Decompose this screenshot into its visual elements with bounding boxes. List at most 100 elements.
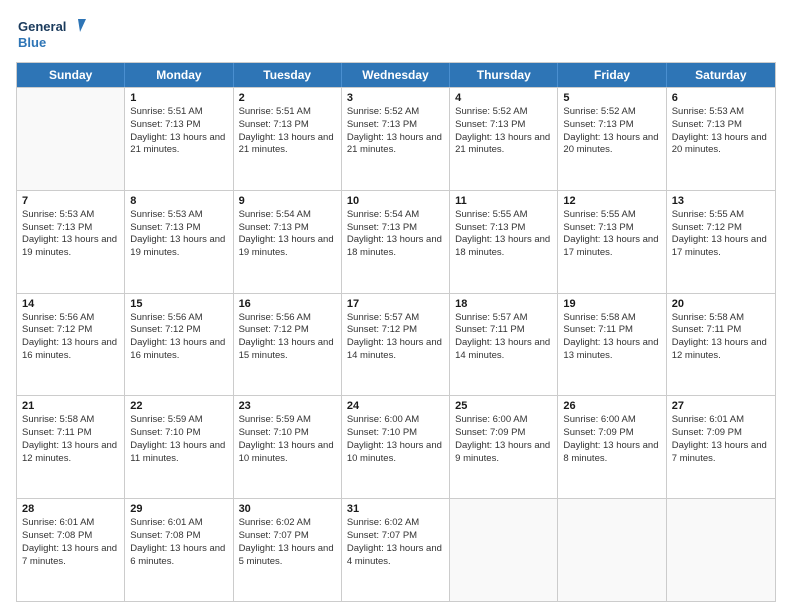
cal-cell: 4 Sunrise: 5:52 AMSunset: 7:13 PMDaylight…	[450, 88, 558, 190]
cal-cell: 31 Sunrise: 6:02 AMSunset: 7:07 PMDayligh…	[342, 499, 450, 601]
page: General Blue SundayMondayTuesdayWednesda…	[0, 0, 792, 612]
header: General Blue	[16, 14, 776, 54]
cell-day-number: 25	[455, 400, 552, 412]
calendar-header: SundayMondayTuesdayWednesdayThursdayFrid…	[17, 63, 775, 87]
cell-info: Sunrise: 6:00 AMSunset: 7:09 PMDaylight:…	[455, 414, 552, 465]
cell-day-number: 26	[563, 400, 660, 412]
cell-info: Sunrise: 6:02 AMSunset: 7:07 PMDaylight:…	[347, 517, 444, 568]
cell-info: Sunrise: 5:52 AMSunset: 7:13 PMDaylight:…	[455, 106, 552, 157]
header-day-tuesday: Tuesday	[234, 63, 342, 87]
cell-info: Sunrise: 5:51 AMSunset: 7:13 PMDaylight:…	[239, 106, 336, 157]
cell-day-number: 12	[563, 195, 660, 207]
cal-cell: 19 Sunrise: 5:58 AMSunset: 7:11 PMDayligh…	[558, 294, 666, 396]
cell-info: Sunrise: 5:58 AMSunset: 7:11 PMDaylight:…	[22, 414, 119, 465]
cell-day-number: 13	[672, 195, 770, 207]
cell-info: Sunrise: 5:56 AMSunset: 7:12 PMDaylight:…	[130, 312, 227, 363]
cal-cell: 23 Sunrise: 5:59 AMSunset: 7:10 PMDayligh…	[234, 396, 342, 498]
cal-cell: 21 Sunrise: 5:58 AMSunset: 7:11 PMDayligh…	[17, 396, 125, 498]
cal-cell: 17 Sunrise: 5:57 AMSunset: 7:12 PMDayligh…	[342, 294, 450, 396]
cell-info: Sunrise: 5:56 AMSunset: 7:12 PMDaylight:…	[22, 312, 119, 363]
cell-day-number: 22	[130, 400, 227, 412]
cal-cell: 10Sunrise: 5:54 AMSunset: 7:13 PMDayligh…	[342, 191, 450, 293]
cell-info: Sunrise: 5:51 AMSunset: 7:13 PMDaylight:…	[130, 106, 227, 157]
cell-info: Sunrise: 5:59 AMSunset: 7:10 PMDaylight:…	[239, 414, 336, 465]
cal-cell: 18Sunrise: 5:57 AMSunset: 7:11 PMDayligh…	[450, 294, 558, 396]
cal-cell: 13 Sunrise: 5:55 AMSunset: 7:12 PMDayligh…	[667, 191, 775, 293]
cell-day-number: 9	[239, 195, 336, 207]
cal-cell: 29 Sunrise: 6:01 AMSunset: 7:08 PMDayligh…	[125, 499, 233, 601]
cal-cell: 15Sunrise: 5:56 AMSunset: 7:12 PMDayligh…	[125, 294, 233, 396]
cell-day-number: 23	[239, 400, 336, 412]
cell-day-number: 21	[22, 400, 119, 412]
cal-cell: 3 Sunrise: 5:52 AMSunset: 7:13 PMDaylight…	[342, 88, 450, 190]
cell-day-number: 14	[22, 298, 119, 310]
cell-info: Sunrise: 6:01 AMSunset: 7:08 PMDaylight:…	[22, 517, 119, 568]
week-row-1: 1 Sunrise: 5:51 AMSunset: 7:13 PMDaylight…	[17, 87, 775, 190]
calendar-body: 1 Sunrise: 5:51 AMSunset: 7:13 PMDaylight…	[17, 87, 775, 601]
header-day-thursday: Thursday	[450, 63, 558, 87]
cell-info: Sunrise: 5:57 AMSunset: 7:12 PMDaylight:…	[347, 312, 444, 363]
cell-info: Sunrise: 6:00 AMSunset: 7:10 PMDaylight:…	[347, 414, 444, 465]
cal-cell: 24 Sunrise: 6:00 AMSunset: 7:10 PMDayligh…	[342, 396, 450, 498]
header-day-wednesday: Wednesday	[342, 63, 450, 87]
cell-day-number: 20	[672, 298, 770, 310]
cell-day-number: 30	[239, 503, 336, 515]
cell-info: Sunrise: 5:55 AMSunset: 7:13 PMDaylight:…	[455, 209, 552, 260]
cell-info: Sunrise: 5:52 AMSunset: 7:13 PMDaylight:…	[563, 106, 660, 157]
header-day-monday: Monday	[125, 63, 233, 87]
cal-cell: 6 Sunrise: 5:53 AMSunset: 7:13 PMDaylight…	[667, 88, 775, 190]
cell-day-number: 5	[563, 92, 660, 104]
cal-cell: 8Sunrise: 5:53 AMSunset: 7:13 PMDaylight…	[125, 191, 233, 293]
cal-cell: 14 Sunrise: 5:56 AMSunset: 7:12 PMDayligh…	[17, 294, 125, 396]
cell-info: Sunrise: 6:01 AMSunset: 7:08 PMDaylight:…	[130, 517, 227, 568]
cell-day-number: 16	[239, 298, 336, 310]
cell-info: Sunrise: 5:55 AMSunset: 7:12 PMDaylight:…	[672, 209, 770, 260]
cell-info: Sunrise: 5:55 AMSunset: 7:13 PMDaylight:…	[563, 209, 660, 260]
cal-cell: 27Sunrise: 6:01 AMSunset: 7:09 PMDayligh…	[667, 396, 775, 498]
cell-day-number: 19	[563, 298, 660, 310]
cal-cell: 7 Sunrise: 5:53 AMSunset: 7:13 PMDaylight…	[17, 191, 125, 293]
cell-info: Sunrise: 5:53 AMSunset: 7:13 PMDaylight:…	[22, 209, 119, 260]
cell-info: Sunrise: 5:57 AMSunset: 7:11 PMDaylight:…	[455, 312, 552, 363]
cell-info: Sunrise: 5:54 AMSunset: 7:13 PMDaylight:…	[347, 209, 444, 260]
cell-info: Sunrise: 6:00 AMSunset: 7:09 PMDaylight:…	[563, 414, 660, 465]
cell-day-number: 31	[347, 503, 444, 515]
cell-info: Sunrise: 5:58 AMSunset: 7:11 PMDaylight:…	[563, 312, 660, 363]
cell-day-number: 28	[22, 503, 119, 515]
cal-cell	[667, 499, 775, 601]
cal-cell: 28 Sunrise: 6:01 AMSunset: 7:08 PMDayligh…	[17, 499, 125, 601]
cell-day-number: 4	[455, 92, 552, 104]
cal-cell: 1 Sunrise: 5:51 AMSunset: 7:13 PMDaylight…	[125, 88, 233, 190]
cell-info: Sunrise: 5:54 AMSunset: 7:13 PMDaylight:…	[239, 209, 336, 260]
logo-svg: General Blue	[16, 14, 86, 54]
cal-cell: 16Sunrise: 5:56 AMSunset: 7:12 PMDayligh…	[234, 294, 342, 396]
cell-day-number: 11	[455, 195, 552, 207]
cal-cell: 30 Sunrise: 6:02 AMSunset: 7:07 PMDayligh…	[234, 499, 342, 601]
cell-info: Sunrise: 5:58 AMSunset: 7:11 PMDaylight:…	[672, 312, 770, 363]
cell-day-number: 6	[672, 92, 770, 104]
header-day-saturday: Saturday	[667, 63, 775, 87]
logo: General Blue	[16, 14, 86, 54]
cell-info: Sunrise: 6:02 AMSunset: 7:07 PMDaylight:…	[239, 517, 336, 568]
cell-day-number: 24	[347, 400, 444, 412]
cal-cell: 12 Sunrise: 5:55 AMSunset: 7:13 PMDayligh…	[558, 191, 666, 293]
cal-cell	[450, 499, 558, 601]
svg-text:General: General	[18, 19, 66, 34]
cell-day-number: 7	[22, 195, 119, 207]
cell-day-number: 3	[347, 92, 444, 104]
cell-day-number: 29	[130, 503, 227, 515]
cal-cell: 22 Sunrise: 5:59 AMSunset: 7:10 PMDayligh…	[125, 396, 233, 498]
cell-info: Sunrise: 5:52 AMSunset: 7:13 PMDaylight:…	[347, 106, 444, 157]
cell-day-number: 1	[130, 92, 227, 104]
cell-info: Sunrise: 5:59 AMSunset: 7:10 PMDaylight:…	[130, 414, 227, 465]
week-row-2: 7 Sunrise: 5:53 AMSunset: 7:13 PMDaylight…	[17, 190, 775, 293]
cal-cell	[558, 499, 666, 601]
calendar: SundayMondayTuesdayWednesdayThursdayFrid…	[16, 62, 776, 602]
cal-cell: 11 Sunrise: 5:55 AMSunset: 7:13 PMDayligh…	[450, 191, 558, 293]
week-row-3: 14 Sunrise: 5:56 AMSunset: 7:12 PMDayligh…	[17, 293, 775, 396]
header-day-friday: Friday	[558, 63, 666, 87]
cell-day-number: 17	[347, 298, 444, 310]
cell-day-number: 27	[672, 400, 770, 412]
cal-cell: 2Sunrise: 5:51 AMSunset: 7:13 PMDaylight…	[234, 88, 342, 190]
cell-info: Sunrise: 5:53 AMSunset: 7:13 PMDaylight:…	[672, 106, 770, 157]
